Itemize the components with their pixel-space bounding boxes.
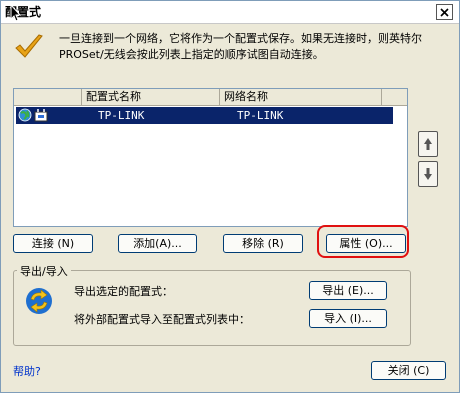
list-header: 配置式名称 网络名称 [14,89,407,106]
close-window-button[interactable] [436,4,453,20]
arrow-up-icon [424,138,432,150]
column-header-network-name[interactable]: 网络名称 [220,89,382,105]
column-header-blank[interactable] [14,89,82,105]
help-link[interactable]: 帮助? [13,363,41,379]
globe-icon [18,108,32,122]
import-export-title: 导出/导入 [17,263,71,279]
column-header-profile-name[interactable]: 配置式名称 [82,89,220,105]
network-card-icon [34,109,48,122]
cursor-icon [10,4,21,22]
profile-name-cell: TP-LINK [98,109,145,122]
close-button[interactable]: 关闭 (C) [371,361,446,380]
move-up-button[interactable] [418,131,438,157]
profile-list[interactable]: 配置式名称 网络名称 TP-LINK TP-LINK [13,88,408,227]
close-icon [440,7,449,17]
checkmark-icon [15,34,43,58]
export-label: 导出选定的配置式： [74,285,173,298]
add-button[interactable]: 添加(A)... [118,234,197,253]
sync-arrows-icon [26,288,52,314]
list-item-tp-link[interactable]: TP-LINK TP-LINK [16,107,393,124]
profiles-dialog: 配置式 一旦连接到一个网络，它将作为一个配置式保存。如果无连接时，则英特尔 PR… [0,0,460,393]
connect-button[interactable]: 连接 (N) [13,234,93,253]
properties-highlight [317,225,409,258]
import-label: 将外部配置式导入至配置式列表中： [74,313,250,326]
export-button[interactable]: 导出 (E)... [309,281,387,300]
import-button[interactable]: 导入 (I)... [309,309,387,328]
move-down-button[interactable] [418,161,438,187]
remove-button[interactable]: 移除 (R) [223,234,303,253]
arrow-down-icon [424,168,432,180]
network-name-cell: TP-LINK [237,109,284,122]
intro-text: 一旦连接到一个网络，它将作为一个配置式保存。如果无连接时，则英特尔 PROSet… [59,32,422,61]
title-bar: 配置式 [1,1,459,24]
